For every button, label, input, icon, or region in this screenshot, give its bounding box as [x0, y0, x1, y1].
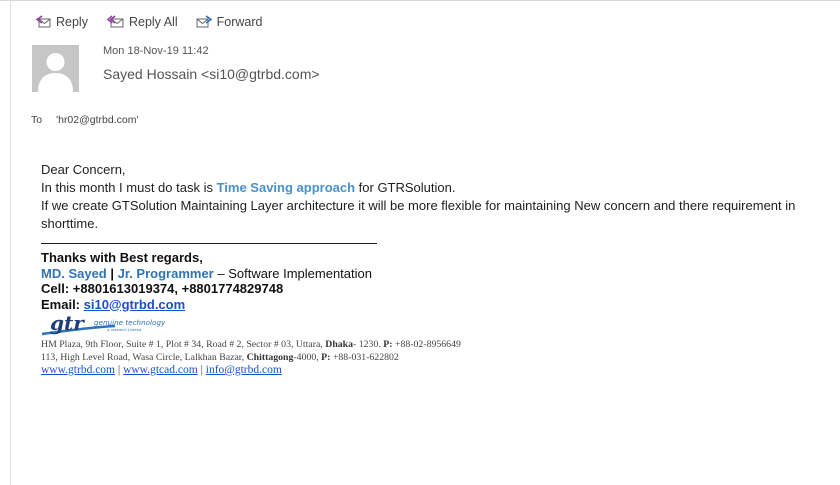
body-line-task: In this month I must do task is Time Sav…: [41, 179, 801, 197]
person-silhouette-icon: [32, 45, 79, 92]
forward-button[interactable]: Forward: [194, 14, 265, 30]
reply-label: Reply: [56, 15, 88, 29]
address-city: Dhaka: [325, 339, 354, 350]
message-toolbar: Reply Reply All Forward: [33, 14, 264, 30]
email-label: Email:: [41, 296, 84, 312]
to-recipient[interactable]: 'hr02@gtrbd.com': [56, 114, 138, 126]
logo-tagline-small: & research Limited: [107, 328, 142, 332]
address-dhaka: HM Plaza, 9th Floor, Suite # 1, Plot # 3…: [41, 338, 461, 351]
link-separator: |: [197, 364, 206, 376]
forward-icon: [196, 15, 212, 29]
signature-name-line: MD. Sayed | Jr. Programmer – Software Im…: [41, 266, 372, 282]
sender-avatar: [32, 45, 79, 92]
address-text: HM Plaza, 9th Floor, Suite # 1, Plot # 3…: [41, 339, 326, 350]
website-link-gtrbd[interactable]: www.gtrbd.com: [41, 364, 115, 376]
reply-all-icon: [106, 15, 124, 29]
reply-button[interactable]: Reply: [33, 14, 90, 30]
body-text: In this month I must do task is: [41, 180, 217, 195]
phone-number: +88-031-622802: [330, 352, 399, 363]
company-addresses: HM Plaza, 9th Floor, Suite # 1, Plot # 3…: [41, 338, 461, 364]
address-text: 113, High Level Road, Wasa Circle, Lalkh…: [41, 352, 247, 363]
forward-label: Forward: [216, 15, 263, 29]
website-link-gtcad[interactable]: www.gtcad.com: [123, 364, 198, 376]
logo-wordmark: gtr: [50, 313, 85, 335]
phone-label: P:: [383, 339, 393, 350]
cell-label: Cell:: [41, 281, 73, 296]
address-city: Chittagong: [246, 352, 294, 363]
signature-name: MD. Sayed: [41, 265, 107, 281]
to-label: To: [31, 114, 43, 126]
highlight-text: Time Saving approach: [216, 180, 356, 195]
phone-number: +88-02-8956649: [392, 339, 461, 350]
reply-icon: [35, 15, 51, 29]
address-chittagong: 113, High Level Road, Wasa Circle, Lalkh…: [41, 351, 461, 364]
info-email-link[interactable]: info@gtrbd.com: [206, 364, 282, 376]
greeting: Dear Concern,: [41, 162, 126, 177]
cell-number: +8801613019374, +8801774829748: [72, 281, 284, 296]
company-logo: gtr genuine technology & research Limite…: [41, 311, 181, 339]
signature-divider: [41, 243, 377, 244]
recipients-row: To 'hr02@gtrbd.com': [31, 114, 138, 126]
logo-tagline: genuine technology: [94, 318, 166, 327]
signature-dept: – Software Implementation: [213, 265, 372, 281]
link-separator: |: [115, 364, 124, 376]
body-text: for GTRSolution.: [355, 180, 456, 195]
signature-regards: Thanks with Best regards,: [41, 250, 203, 265]
message-sender[interactable]: Sayed Hossain <si10@gtrbd.com>: [103, 66, 320, 82]
signature-email-link[interactable]: si10@gtrbd.com: [84, 297, 186, 312]
message-date: Mon 18-Nov-19 11:42: [103, 45, 209, 57]
signature-links: www.gtrbd.com | www.gtcad.com | info@gtr…: [41, 364, 282, 376]
body-line-architecture: If we create GTSolution Maintaining Laye…: [41, 198, 796, 231]
address-text: -4000,: [293, 352, 322, 363]
reply-all-label: Reply All: [128, 15, 178, 29]
signature-cell: Cell: +8801613019374, +8801774829748: [41, 281, 372, 297]
signature-title: Jr. Programmer: [117, 265, 214, 281]
window-top-border: [0, 0, 840, 4]
signature-email: Email: si10@gtrbd.com: [41, 297, 372, 313]
message-body: Dear Concern, In this month I must do ta…: [41, 161, 801, 233]
pane-left-border: [10, 0, 11, 485]
signature: Thanks with Best regards, MD. Sayed | Jr…: [41, 250, 372, 312]
reply-all-button[interactable]: Reply All: [104, 14, 180, 30]
signature-separator: |: [106, 265, 118, 281]
address-text: - 1230.: [353, 339, 384, 350]
